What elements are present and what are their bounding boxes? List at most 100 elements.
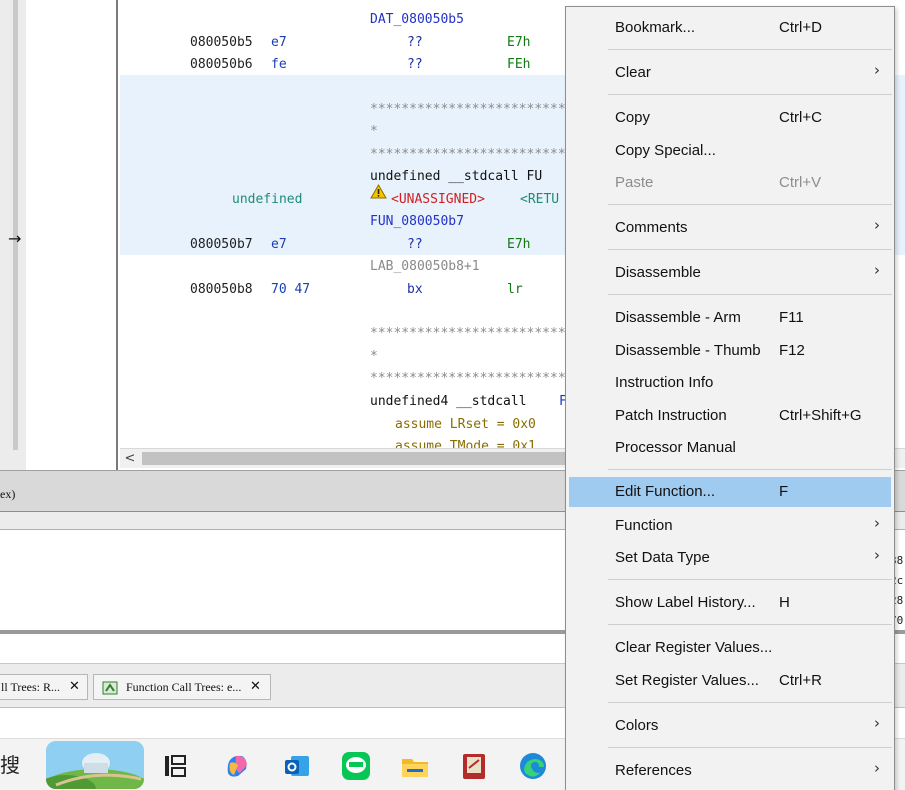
menu-item-set-data-type[interactable]: Set Data Type › <box>569 543 891 573</box>
address[interactable]: 080050b8 <box>190 282 253 298</box>
menu-separator <box>608 624 892 625</box>
return-storage[interactable]: <RETU <box>520 192 559 208</box>
menu-item-clear[interactable]: Clear › <box>569 58 891 88</box>
menu-item-label: Instruction Info <box>615 374 714 391</box>
context-menu: Bookmark... Ctrl+D Clear › Copy Ctrl+C C… <box>565 6 895 790</box>
unassigned-storage[interactable]: <UNASSIGNED> <box>391 192 485 208</box>
menu-item-patch-instruction[interactable]: Patch Instruction Ctrl+Shift+G <box>569 401 891 431</box>
copilot-icon[interactable] <box>222 751 252 781</box>
menu-item-label: Clear <box>615 64 651 81</box>
menu-item-references[interactable]: References › <box>569 756 891 786</box>
menu-item-shortcut: F <box>779 483 789 500</box>
menu-item-comments[interactable]: Comments › <box>569 213 891 243</box>
search-highlight-image[interactable] <box>46 741 144 789</box>
menu-separator <box>608 702 892 703</box>
assume-directive: assume LRset = 0x0 <box>395 417 536 432</box>
tab-function-call-trees[interactable]: Function Call Trees: e... ✕ <box>93 674 271 700</box>
menu-item-label: Edit Function... <box>615 483 716 500</box>
menu-item-instruction-info[interactable]: Instruction Info <box>569 368 891 398</box>
operand[interactable]: E7h <box>507 35 530 51</box>
operand[interactable]: E7h <box>507 237 530 253</box>
outlook-icon[interactable] <box>282 751 312 781</box>
address[interactable]: 080050b6 <box>190 57 253 73</box>
menu-item-processor-manual[interactable]: Processor Manual <box>569 433 891 463</box>
menu-item-label: Colors <box>615 717 659 734</box>
return-type[interactable]: undefined <box>232 192 302 208</box>
data-label[interactable]: DAT_080050b5 <box>370 12 464 28</box>
menu-item-show-label-history[interactable]: Show Label History... H <box>569 588 891 618</box>
menu-item-label: Disassemble - Thumb <box>615 342 761 359</box>
submenu-arrow-icon: › <box>874 546 880 564</box>
scroll-thumb[interactable] <box>142 452 572 465</box>
menu-separator <box>608 469 892 470</box>
menu-separator <box>608 204 892 205</box>
menu-item-label: Clear Register Values... <box>615 639 773 656</box>
menu-item-edit-function[interactable]: Edit Function... F <box>569 477 891 507</box>
menu-item-label: Show Label History... <box>615 594 756 611</box>
submenu-arrow-icon: › <box>874 61 880 79</box>
code-label[interactable]: LAB_080050b8+1 <box>370 259 480 275</box>
bytes[interactable]: fe <box>271 57 287 73</box>
left-margin-bar: → <box>0 0 26 470</box>
menu-separator <box>608 579 892 580</box>
bytes[interactable]: e7 <box>271 237 287 253</box>
menu-item-label: Patch Instruction <box>615 407 727 424</box>
bytes[interactable]: 70 47 <box>271 282 310 298</box>
tab-label: Function Call Trees: e... <box>126 680 242 694</box>
ghidra-app-icon[interactable] <box>459 751 489 781</box>
menu-item-shortcut: H <box>779 594 790 611</box>
menu-item-shortcut: Ctrl+D <box>779 19 822 36</box>
listing-gutter <box>26 0 118 470</box>
mnemonic[interactable]: ?? <box>407 57 423 73</box>
menu-item-disassemble[interactable]: Disassemble › <box>569 258 891 288</box>
menu-item-function[interactable]: Function › <box>569 511 891 541</box>
function-label[interactable]: FUN_080050b7 <box>370 214 464 230</box>
menu-separator <box>608 49 892 50</box>
line-app-icon[interactable] <box>341 751 371 781</box>
mnemonic[interactable]: bx <box>407 282 423 298</box>
bytes[interactable]: e7 <box>271 35 287 51</box>
menu-item-shortcut: F12 <box>779 342 805 359</box>
operand[interactable]: lr <box>507 282 523 298</box>
menu-item-disassemble-arm[interactable]: Disassemble - Arm F11 <box>569 303 891 333</box>
current-location-arrow-icon: → <box>8 229 22 248</box>
menu-item-label: Bookmark... <box>615 19 696 36</box>
menu-item-colors[interactable]: Colors › <box>569 711 891 741</box>
menu-item-label: Comments <box>615 219 688 236</box>
edge-browser-icon[interactable] <box>518 751 548 781</box>
menu-item-label: Set Register Values... <box>615 672 759 689</box>
function-signature[interactable]: undefined __stdcall FU <box>370 169 542 185</box>
scroll-left-arrow-icon[interactable]: < <box>122 450 138 467</box>
taskbar-search-text[interactable]: 搜 <box>0 749 20 778</box>
function-signature[interactable]: undefined4 __stdcall <box>370 394 527 410</box>
close-icon[interactable]: ✕ <box>69 675 80 699</box>
menu-item-label: Processor Manual <box>615 439 736 456</box>
submenu-arrow-icon: › <box>874 759 880 777</box>
mnemonic[interactable]: ?? <box>407 237 423 253</box>
tab-call-trees-r[interactable]: ll Trees: R... ✕ <box>0 674 88 700</box>
menu-item-copy-special[interactable]: Copy Special... <box>569 136 891 166</box>
menu-item-label: Function <box>615 517 673 534</box>
menu-item-label: Copy Special... <box>615 142 716 159</box>
menu-item-clear-register-values[interactable]: Clear Register Values... <box>569 633 891 663</box>
close-icon[interactable]: ✕ <box>250 675 261 699</box>
submenu-arrow-icon: › <box>874 714 880 732</box>
address[interactable]: 080050b7 <box>190 237 253 253</box>
menu-item-copy[interactable]: Copy Ctrl+C <box>569 103 891 133</box>
menu-item-bookmark[interactable]: Bookmark... Ctrl+D <box>569 13 891 43</box>
address[interactable]: 080050b5 <box>190 35 253 51</box>
mnemonic[interactable]: ?? <box>407 35 423 51</box>
tab-label: ll Trees: R... <box>1 680 61 694</box>
menu-separator <box>608 747 892 748</box>
call-tree-icon <box>102 681 118 695</box>
menu-item-shortcut: Ctrl+Shift+G <box>779 407 862 424</box>
operand[interactable]: FEh <box>507 57 530 73</box>
comment-star: * <box>370 124 378 139</box>
task-view-icon[interactable] <box>160 751 190 781</box>
menu-item-set-register-values[interactable]: Set Register Values... Ctrl+R <box>569 666 891 696</box>
menu-item-disassemble-thumb[interactable]: Disassemble - Thumb F12 <box>569 336 891 366</box>
vertical-scroll-track[interactable] <box>13 0 18 450</box>
menu-item-label: Disassemble <box>615 264 701 281</box>
file-explorer-icon[interactable] <box>400 751 430 781</box>
menu-separator <box>608 294 892 295</box>
